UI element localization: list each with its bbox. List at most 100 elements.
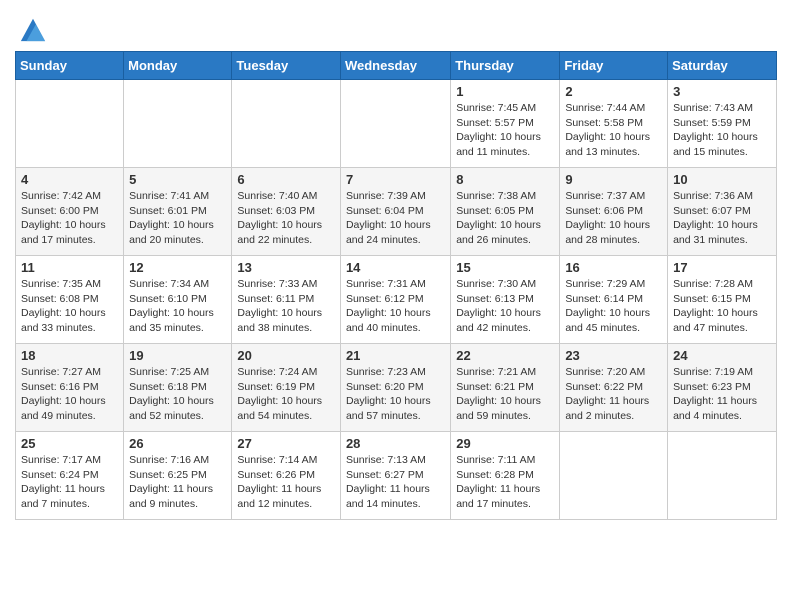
calendar-cell: 18 Sunrise: 7:27 AM Sunset: 6:16 PM Dayli… [16, 344, 124, 432]
calendar-cell [560, 432, 668, 520]
day-info: Sunrise: 7:19 AM Sunset: 6:23 PM Dayligh… [673, 365, 771, 424]
column-header-monday: Monday [124, 52, 232, 80]
day-number: 12 [129, 260, 226, 275]
day-info: Sunrise: 7:20 AM Sunset: 6:22 PM Dayligh… [565, 365, 662, 424]
calendar-cell: 7 Sunrise: 7:39 AM Sunset: 6:04 PM Daylig… [340, 168, 450, 256]
column-header-wednesday: Wednesday [340, 52, 450, 80]
calendar-cell: 26 Sunrise: 7:16 AM Sunset: 6:25 PM Dayli… [124, 432, 232, 520]
day-number: 1 [456, 84, 554, 99]
day-info: Sunrise: 7:41 AM Sunset: 6:01 PM Dayligh… [129, 189, 226, 248]
day-number: 13 [237, 260, 335, 275]
calendar-cell: 8 Sunrise: 7:38 AM Sunset: 6:05 PM Daylig… [451, 168, 560, 256]
day-number: 19 [129, 348, 226, 363]
day-info: Sunrise: 7:44 AM Sunset: 5:58 PM Dayligh… [565, 101, 662, 160]
day-info: Sunrise: 7:23 AM Sunset: 6:20 PM Dayligh… [346, 365, 445, 424]
day-info: Sunrise: 7:33 AM Sunset: 6:11 PM Dayligh… [237, 277, 335, 336]
calendar-cell: 13 Sunrise: 7:33 AM Sunset: 6:11 PM Dayli… [232, 256, 341, 344]
day-number: 18 [21, 348, 118, 363]
day-number: 16 [565, 260, 662, 275]
calendar-cell: 25 Sunrise: 7:17 AM Sunset: 6:24 PM Dayli… [16, 432, 124, 520]
day-info: Sunrise: 7:21 AM Sunset: 6:21 PM Dayligh… [456, 365, 554, 424]
day-number: 14 [346, 260, 445, 275]
calendar-cell [124, 80, 232, 168]
calendar-cell: 24 Sunrise: 7:19 AM Sunset: 6:23 PM Dayli… [668, 344, 777, 432]
column-header-saturday: Saturday [668, 52, 777, 80]
calendar-cell: 19 Sunrise: 7:25 AM Sunset: 6:18 PM Dayli… [124, 344, 232, 432]
calendar-cell: 29Sunrise: 7:11 AM Sunset: 6:28 PM Dayli… [451, 432, 560, 520]
calendar-cell: 6 Sunrise: 7:40 AM Sunset: 6:03 PM Daylig… [232, 168, 341, 256]
day-info: Sunrise: 7:34 AM Sunset: 6:10 PM Dayligh… [129, 277, 226, 336]
day-number: 17 [673, 260, 771, 275]
calendar-cell: 12 Sunrise: 7:34 AM Sunset: 6:10 PM Dayli… [124, 256, 232, 344]
calendar-cell: 21 Sunrise: 7:23 AM Sunset: 6:20 PM Dayli… [340, 344, 450, 432]
day-info: Sunrise: 7:28 AM Sunset: 6:15 PM Dayligh… [673, 277, 771, 336]
day-info: Sunrise: 7:37 AM Sunset: 6:06 PM Dayligh… [565, 189, 662, 248]
calendar-week-row: 11Sunrise: 7:35 AM Sunset: 6:08 PM Dayli… [16, 256, 777, 344]
day-number: 3 [673, 84, 771, 99]
calendar-header-row: SundayMondayTuesdayWednesdayThursdayFrid… [16, 52, 777, 80]
column-header-friday: Friday [560, 52, 668, 80]
calendar-cell: 11Sunrise: 7:35 AM Sunset: 6:08 PM Dayli… [16, 256, 124, 344]
calendar-week-row: 25 Sunrise: 7:17 AM Sunset: 6:24 PM Dayli… [16, 432, 777, 520]
calendar-cell: 20Sunrise: 7:24 AM Sunset: 6:19 PM Dayli… [232, 344, 341, 432]
day-info: Sunrise: 7:29 AM Sunset: 6:14 PM Dayligh… [565, 277, 662, 336]
day-info: Sunrise: 7:40 AM Sunset: 6:03 PM Dayligh… [237, 189, 335, 248]
calendar-cell: 3 Sunrise: 7:43 AM Sunset: 5:59 PM Daylig… [668, 80, 777, 168]
calendar-table: SundayMondayTuesdayWednesdayThursdayFrid… [15, 51, 777, 520]
day-number: 25 [21, 436, 118, 451]
day-number: 15 [456, 260, 554, 275]
day-info: Sunrise: 7:31 AM Sunset: 6:12 PM Dayligh… [346, 277, 445, 336]
day-number: 24 [673, 348, 771, 363]
calendar-cell: 2Sunrise: 7:44 AM Sunset: 5:58 PM Daylig… [560, 80, 668, 168]
calendar-cell: 23 Sunrise: 7:20 AM Sunset: 6:22 PM Dayli… [560, 344, 668, 432]
day-number: 9 [565, 172, 662, 187]
logo-icon [19, 15, 47, 43]
day-number: 4 [21, 172, 118, 187]
calendar-cell: 1 Sunrise: 7:45 AM Sunset: 5:57 PM Daylig… [451, 80, 560, 168]
day-info: Sunrise: 7:11 AM Sunset: 6:28 PM Dayligh… [456, 453, 554, 512]
calendar-week-row: 4Sunrise: 7:42 AM Sunset: 6:00 PM Daylig… [16, 168, 777, 256]
calendar-cell: 5Sunrise: 7:41 AM Sunset: 6:01 PM Daylig… [124, 168, 232, 256]
column-header-thursday: Thursday [451, 52, 560, 80]
calendar-cell: 15 Sunrise: 7:30 AM Sunset: 6:13 PM Dayli… [451, 256, 560, 344]
day-info: Sunrise: 7:27 AM Sunset: 6:16 PM Dayligh… [21, 365, 118, 424]
day-info: Sunrise: 7:43 AM Sunset: 5:59 PM Dayligh… [673, 101, 771, 160]
day-info: Sunrise: 7:14 AM Sunset: 6:26 PM Dayligh… [237, 453, 335, 512]
day-info: Sunrise: 7:30 AM Sunset: 6:13 PM Dayligh… [456, 277, 554, 336]
day-info: Sunrise: 7:24 AM Sunset: 6:19 PM Dayligh… [237, 365, 335, 424]
day-info: Sunrise: 7:16 AM Sunset: 6:25 PM Dayligh… [129, 453, 226, 512]
calendar-cell: 22 Sunrise: 7:21 AM Sunset: 6:21 PM Dayli… [451, 344, 560, 432]
calendar-cell: 4Sunrise: 7:42 AM Sunset: 6:00 PM Daylig… [16, 168, 124, 256]
column-header-sunday: Sunday [16, 52, 124, 80]
day-number: 6 [237, 172, 335, 187]
day-number: 7 [346, 172, 445, 187]
calendar-cell [340, 80, 450, 168]
day-number: 23 [565, 348, 662, 363]
calendar-week-row: 18 Sunrise: 7:27 AM Sunset: 6:16 PM Dayli… [16, 344, 777, 432]
calendar-cell [16, 80, 124, 168]
day-number: 26 [129, 436, 226, 451]
calendar-cell: 10Sunrise: 7:36 AM Sunset: 6:07 PM Dayli… [668, 168, 777, 256]
day-info: Sunrise: 7:25 AM Sunset: 6:18 PM Dayligh… [129, 365, 226, 424]
calendar-page: SundayMondayTuesdayWednesdayThursdayFrid… [0, 0, 792, 535]
day-number: 21 [346, 348, 445, 363]
column-header-tuesday: Tuesday [232, 52, 341, 80]
logo [15, 15, 47, 43]
day-number: 8 [456, 172, 554, 187]
day-number: 11 [21, 260, 118, 275]
day-number: 22 [456, 348, 554, 363]
calendar-cell: 17 Sunrise: 7:28 AM Sunset: 6:15 PM Dayli… [668, 256, 777, 344]
calendar-cell: 14 Sunrise: 7:31 AM Sunset: 6:12 PM Dayli… [340, 256, 450, 344]
day-number: 28 [346, 436, 445, 451]
day-info: Sunrise: 7:39 AM Sunset: 6:04 PM Dayligh… [346, 189, 445, 248]
day-info: Sunrise: 7:36 AM Sunset: 6:07 PM Dayligh… [673, 189, 771, 248]
day-info: Sunrise: 7:38 AM Sunset: 6:05 PM Dayligh… [456, 189, 554, 248]
calendar-cell: 28 Sunrise: 7:13 AM Sunset: 6:27 PM Dayli… [340, 432, 450, 520]
calendar-week-row: 1 Sunrise: 7:45 AM Sunset: 5:57 PM Daylig… [16, 80, 777, 168]
calendar-cell: 16 Sunrise: 7:29 AM Sunset: 6:14 PM Dayli… [560, 256, 668, 344]
calendar-cell: 27 Sunrise: 7:14 AM Sunset: 6:26 PM Dayli… [232, 432, 341, 520]
day-info: Sunrise: 7:13 AM Sunset: 6:27 PM Dayligh… [346, 453, 445, 512]
day-info: Sunrise: 7:45 AM Sunset: 5:57 PM Dayligh… [456, 101, 554, 160]
day-info: Sunrise: 7:17 AM Sunset: 6:24 PM Dayligh… [21, 453, 118, 512]
day-number: 27 [237, 436, 335, 451]
